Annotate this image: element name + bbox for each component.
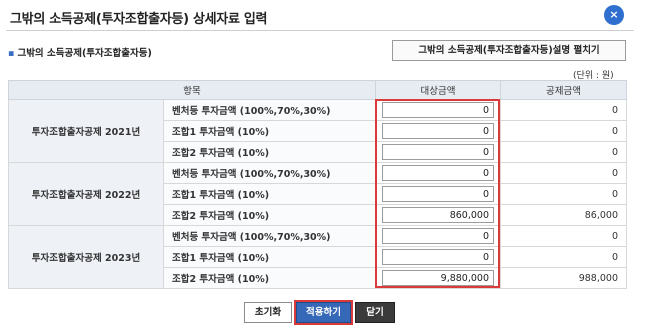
target-amount-input[interactable] bbox=[382, 165, 495, 181]
target-amount-input[interactable] bbox=[382, 102, 495, 118]
target-amount-input[interactable] bbox=[382, 123, 495, 139]
table-row: 투자조합출자공제 2022년 벤처등 투자금액 (100%,70%,30%) 0 bbox=[8, 162, 628, 226]
table-row: 투자조합출자공제 2021년 벤처등 투자금액 (100%,70%,30%) 0 bbox=[8, 99, 628, 163]
apply-button[interactable]: 적용하기 bbox=[294, 300, 353, 325]
deduction-amount: 988,000 bbox=[500, 267, 628, 289]
item-label: 조합1 투자금액 (10%) bbox=[162, 246, 377, 268]
item-label: 조합2 투자금액 (10%) bbox=[162, 204, 377, 226]
investment-deduction-table: 항목 대상금액 공제금액 투자조합출자공제 2021년 벤처등 투자금액 (10… bbox=[7, 80, 628, 289]
deduction-amount: 86,000 bbox=[500, 204, 628, 226]
bullet-icon: ▪ bbox=[8, 48, 15, 59]
reset-button[interactable]: 초기화 bbox=[244, 302, 292, 323]
table-header-row: 항목 대상금액 공제금액 bbox=[7, 80, 628, 100]
section-title: ▪ 그밖의 소득공제(투자조합출자등) bbox=[8, 45, 152, 59]
deduction-amount: 0 bbox=[500, 183, 628, 205]
item-label: 조합1 투자금액 (10%) bbox=[162, 120, 377, 142]
deduction-amount: 0 bbox=[500, 120, 628, 142]
dialog-title-bar: 그밖의 소득공제(투자조합출자등) 상세자료 입력 × bbox=[0, 0, 655, 30]
header-item: 항목 bbox=[7, 80, 377, 100]
deduction-amount: 0 bbox=[500, 246, 628, 268]
deduction-amount: 0 bbox=[500, 225, 628, 247]
close-button[interactable]: 닫기 bbox=[355, 302, 395, 323]
table-row: 투자조합출자공제 2023년 벤처등 투자금액 (100%,70%,30%) 0 bbox=[8, 225, 628, 289]
item-label: 벤처등 투자금액 (100%,70%,30%) bbox=[162, 225, 377, 247]
item-label: 조합1 투자금액 (10%) bbox=[162, 183, 377, 205]
deduction-amount: 0 bbox=[500, 162, 628, 184]
deduction-amount: 0 bbox=[500, 99, 628, 121]
expand-description-button[interactable]: 그밖의 소득공제(투자조합출자등)설명 펼치기 bbox=[392, 40, 626, 61]
deduction-amount: 0 bbox=[500, 141, 628, 163]
target-amount-input[interactable] bbox=[382, 207, 495, 223]
item-label: 조합2 투자금액 (10%) bbox=[162, 267, 377, 289]
close-icon[interactable]: × bbox=[604, 5, 624, 25]
target-amount-input[interactable] bbox=[382, 228, 495, 244]
item-label: 조합2 투자금액 (10%) bbox=[162, 141, 377, 163]
group-label-2023: 투자조합출자공제 2023년 bbox=[8, 225, 164, 289]
item-label: 벤처등 투자금액 (100%,70%,30%) bbox=[162, 99, 377, 121]
target-amount-input[interactable] bbox=[382, 144, 495, 160]
section-title-text: 그밖의 소득공제(투자조합출자등) bbox=[17, 48, 152, 59]
group-label-2021: 투자조합출자공제 2021년 bbox=[8, 99, 164, 163]
group-label-2022: 투자조합출자공제 2022년 bbox=[8, 162, 164, 226]
dialog-title: 그밖의 소득공제(투자조합출자등) 상세자료 입력 bbox=[10, 12, 268, 27]
header-deduction-amount: 공제금액 bbox=[500, 80, 628, 100]
target-amount-input[interactable] bbox=[382, 186, 495, 202]
target-amount-input[interactable] bbox=[382, 270, 495, 286]
header-target-amount: 대상금액 bbox=[375, 80, 502, 100]
target-amount-input[interactable] bbox=[382, 249, 495, 265]
item-label: 벤처등 투자금액 (100%,70%,30%) bbox=[162, 162, 377, 184]
title-divider bbox=[6, 30, 634, 31]
